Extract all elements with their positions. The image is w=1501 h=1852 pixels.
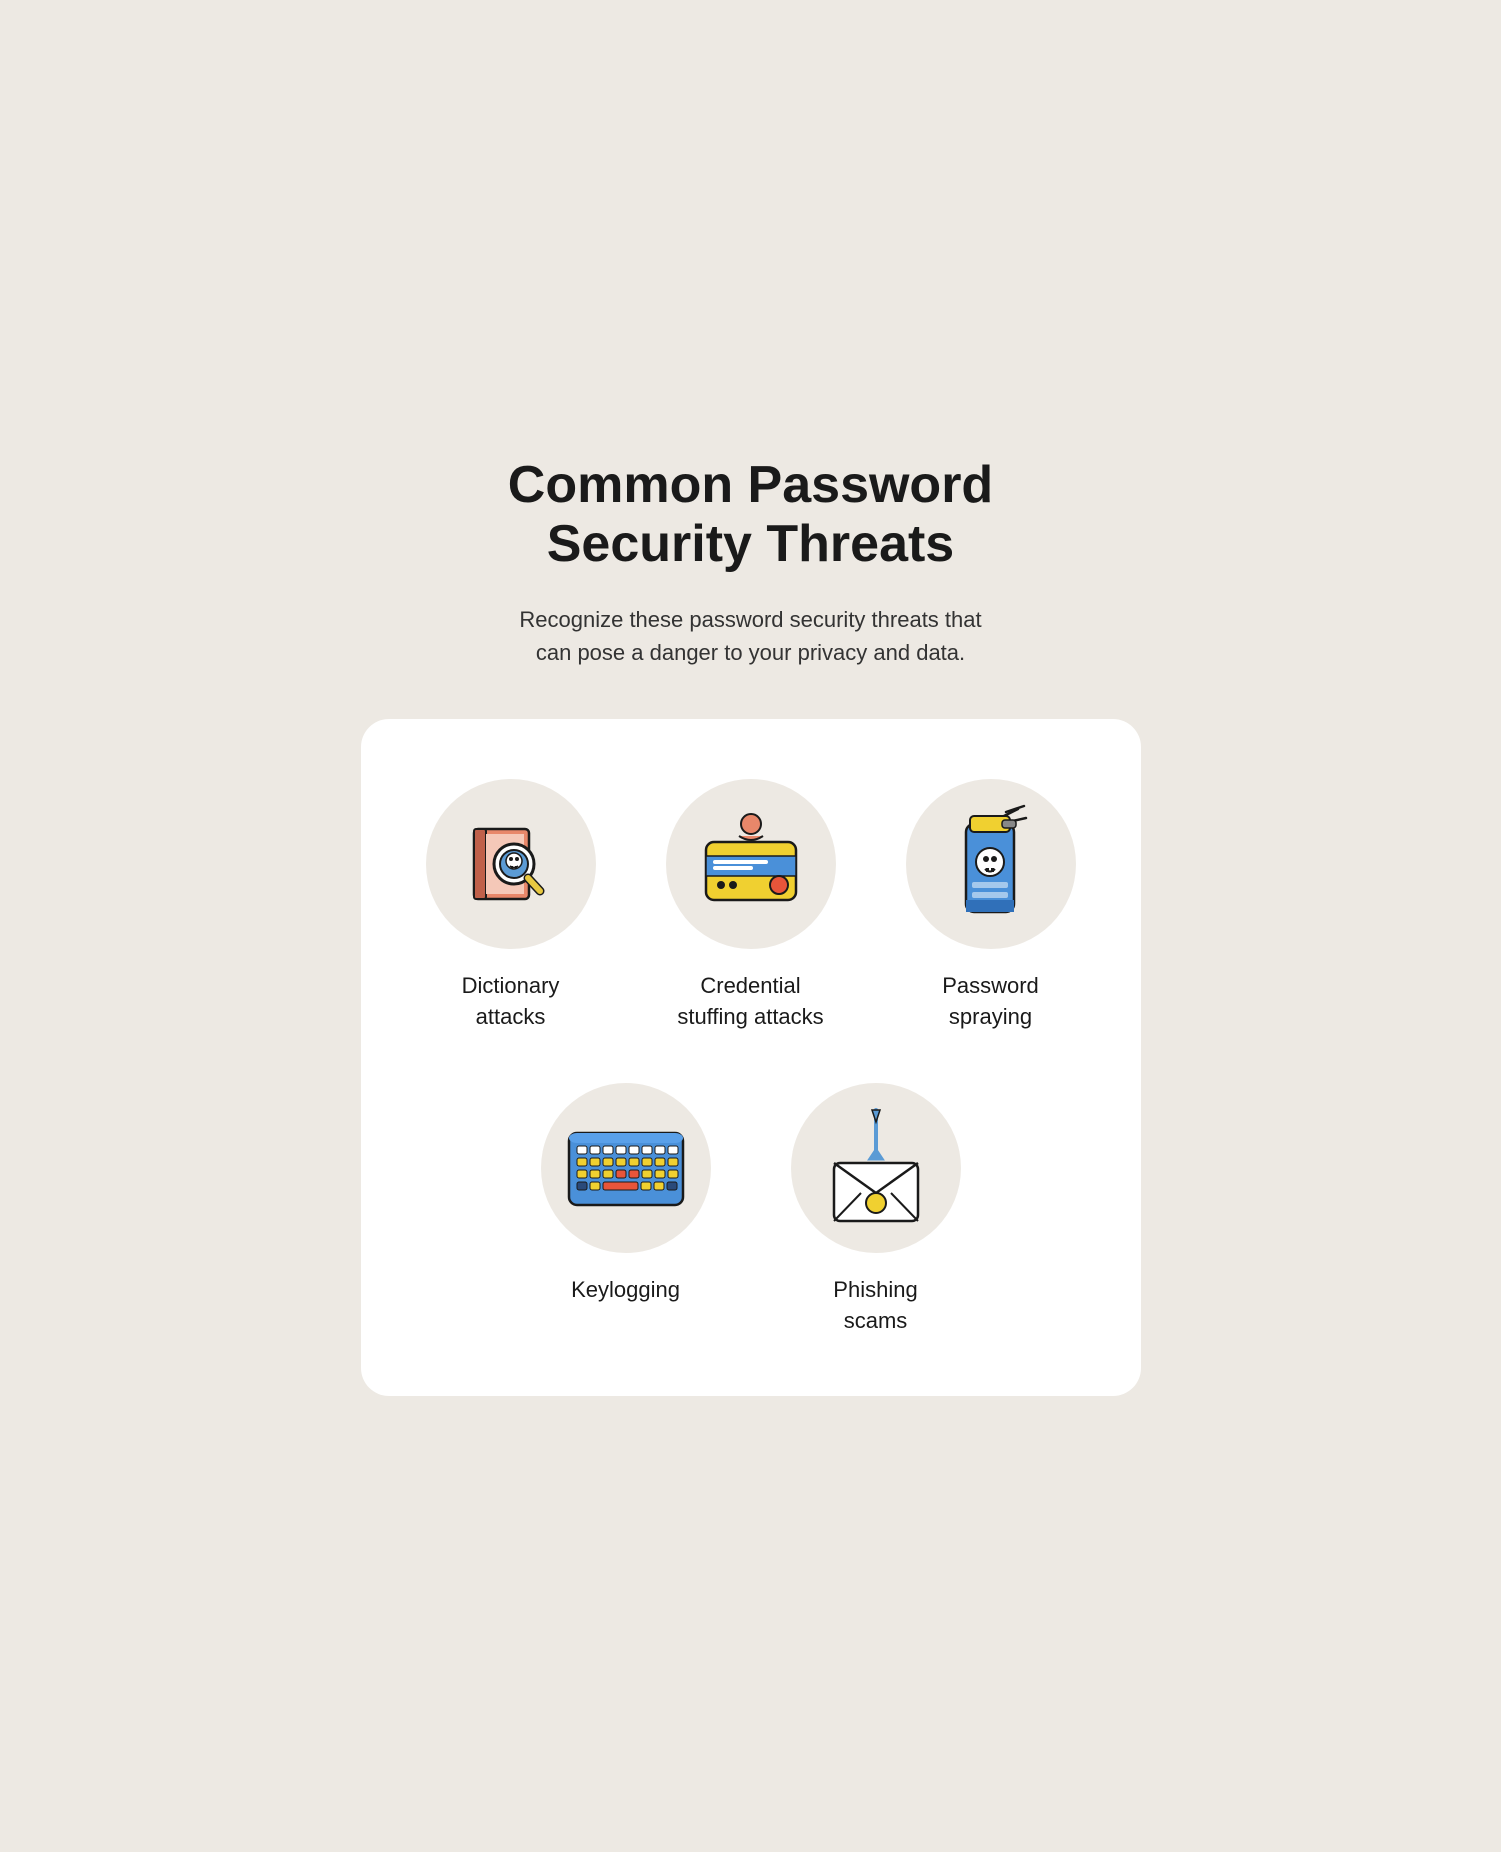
phishing-icon-circle bbox=[791, 1083, 961, 1253]
dictionary-icon-circle bbox=[426, 779, 596, 949]
spray-icon bbox=[946, 804, 1036, 924]
page-wrapper: Common PasswordSecurity Threats Recogniz… bbox=[361, 456, 1141, 1397]
threat-item-credential: Credentialstuffing attacks bbox=[661, 779, 841, 1033]
threat-item-spray: Passwordspraying bbox=[901, 779, 1081, 1033]
credential-icon-circle bbox=[666, 779, 836, 949]
threat-item-phishing: Phishingscams bbox=[781, 1083, 971, 1337]
threat-item-dictionary: Dictionaryattacks bbox=[421, 779, 601, 1033]
credential-icon bbox=[691, 814, 811, 914]
keylogging-label: Keylogging bbox=[571, 1275, 680, 1306]
keyboard-icon-circle bbox=[541, 1083, 711, 1253]
threats-top-row: Dictionaryattacks bbox=[421, 779, 1081, 1033]
threats-card: Dictionaryattacks bbox=[361, 719, 1141, 1396]
spray-label: Passwordspraying bbox=[942, 971, 1039, 1033]
threat-item-keylogging: Keylogging bbox=[531, 1083, 721, 1337]
page-subtitle: Recognize these password security threat… bbox=[519, 603, 981, 669]
phishing-label: Phishingscams bbox=[833, 1275, 917, 1337]
threats-bottom-row: Keylogging bbox=[421, 1083, 1081, 1337]
dictionary-label: Dictionaryattacks bbox=[462, 971, 560, 1033]
dictionary-icon bbox=[456, 809, 566, 919]
spray-icon-circle bbox=[906, 779, 1076, 949]
keyboard-icon bbox=[561, 1118, 691, 1218]
credential-label: Credentialstuffing attacks bbox=[677, 971, 823, 1033]
phishing-icon bbox=[816, 1108, 936, 1228]
page-title: Common PasswordSecurity Threats bbox=[508, 456, 993, 576]
